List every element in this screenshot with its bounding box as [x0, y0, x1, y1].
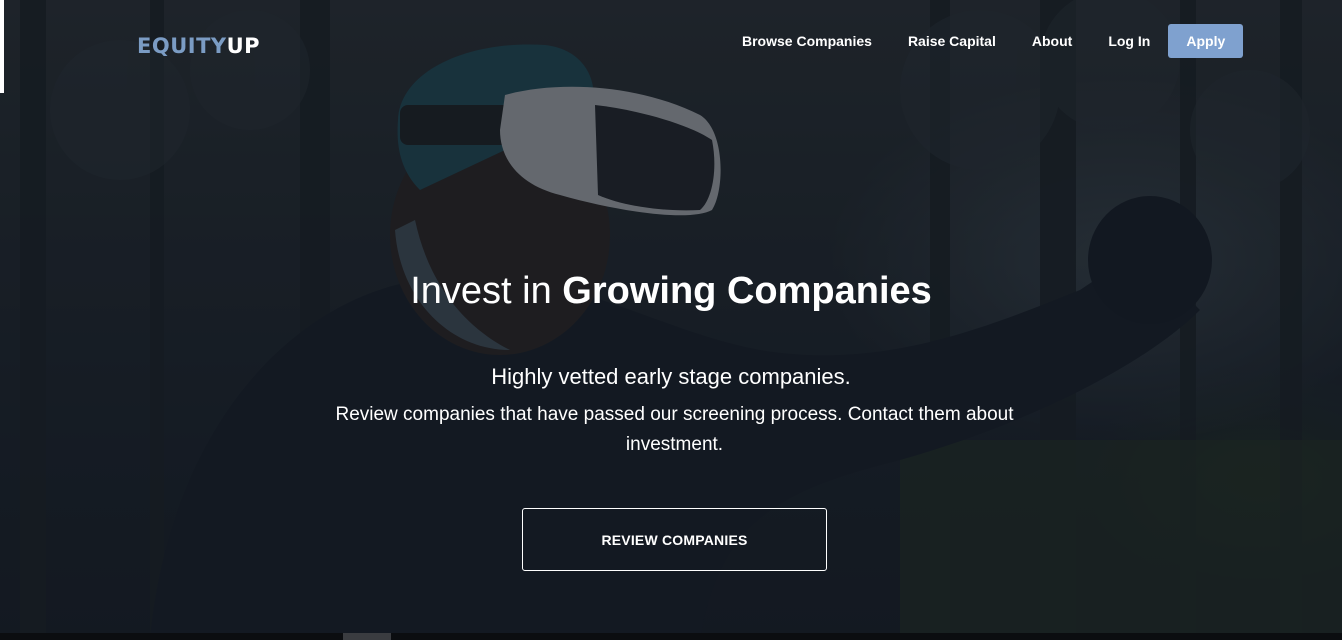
brand-logo[interactable]: EQUITYUP: [137, 33, 260, 59]
nav-browse-companies[interactable]: Browse Companies: [724, 33, 890, 49]
headline-prefix: Invest in: [410, 270, 552, 312]
hero-section: EQUITYUP Browse Companies Raise Capital …: [0, 0, 1342, 640]
scrollbar-thumb[interactable]: [343, 633, 391, 640]
main-navigation: Browse Companies Raise Capital About Log…: [724, 24, 1244, 58]
logo-part-equity: EQUITY: [137, 34, 227, 58]
page-edge-strip: [0, 0, 4, 93]
horizontal-scrollbar[interactable]: [0, 633, 1342, 640]
logo-part-up: UP: [226, 34, 261, 58]
nav-raise-capital[interactable]: Raise Capital: [890, 33, 1014, 49]
apply-button[interactable]: Apply: [1168, 24, 1244, 58]
nav-about[interactable]: About: [1014, 33, 1090, 49]
hero-headline: Invest in Growing Companies: [0, 268, 1342, 314]
headline-emphasis: Growing Companies: [562, 270, 932, 312]
nav-log-in[interactable]: Log In: [1090, 33, 1168, 49]
hero-description: Review companies that have passed our sc…: [335, 404, 1014, 455]
hero-subtitle: Highly vetted early stage companies.: [491, 364, 851, 389]
review-companies-button[interactable]: REVIEW COMPANIES: [522, 508, 827, 571]
